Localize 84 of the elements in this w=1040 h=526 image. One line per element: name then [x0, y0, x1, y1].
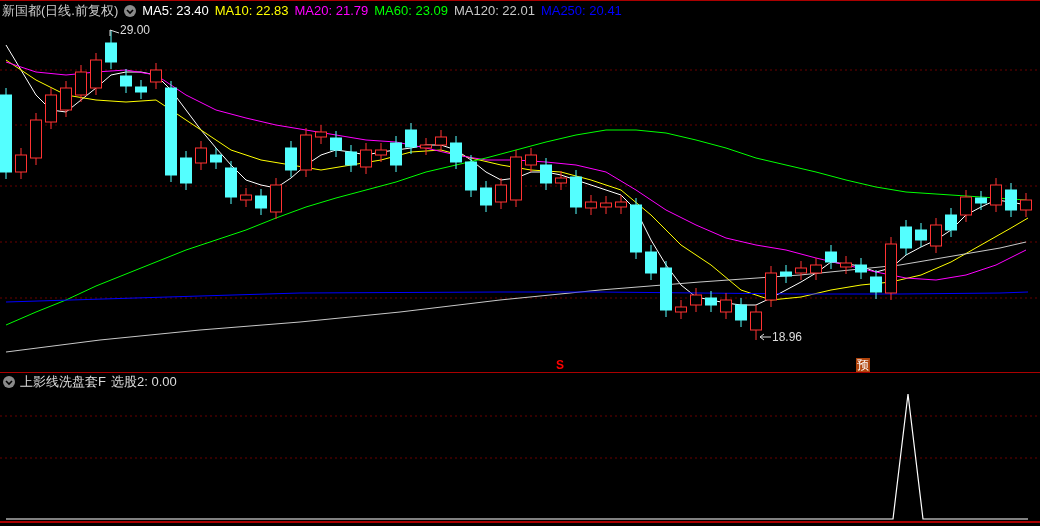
candlestick: [390, 135, 402, 173]
candlestick: [840, 255, 852, 275]
candlestick: [105, 29, 117, 70]
candlestick: [570, 169, 582, 215]
indicator-name: 上影线洗盘套F: [20, 373, 106, 391]
candlestick: [600, 195, 612, 215]
candlestick: [585, 194, 597, 216]
candlestick: [75, 64, 87, 103]
candlestick: [795, 260, 807, 281]
candlestick: [120, 68, 132, 94]
candlestick: [135, 79, 147, 100]
candlestick: [555, 170, 567, 191]
chart-title: 新国都(日线.前复权): [2, 1, 119, 20]
moving-average-value: MA10: 22.83: [214, 3, 289, 18]
candlestick: [225, 160, 237, 205]
candlestick: [345, 144, 357, 173]
candlestick: [1020, 192, 1032, 218]
candlestick: [645, 244, 657, 281]
chevron-down-icon[interactable]: [3, 376, 15, 388]
candlestick: [480, 180, 492, 213]
candlestick: [375, 142, 387, 163]
candlestick: [465, 154, 477, 198]
candlestick: [810, 257, 822, 281]
candlestick: [330, 130, 342, 158]
candlestick: [900, 219, 912, 256]
candlestick: [960, 189, 972, 223]
candlestick: [780, 264, 792, 284]
candlestick: [990, 177, 1002, 213]
candlestick: [540, 157, 552, 191]
candlestick: [315, 124, 327, 145]
candlestick: [885, 236, 897, 301]
candlestick: [90, 52, 102, 96]
candlestick: [420, 137, 432, 156]
candlestick: [675, 299, 687, 320]
moving-average-value: MA120: 22.01: [453, 3, 535, 18]
candlestick: [255, 188, 267, 216]
candlestick: [630, 197, 642, 260]
candlestick: [30, 112, 42, 166]
indicator-value: 选股2: 0.00: [110, 373, 177, 391]
candlestick: [150, 62, 162, 90]
candlestick: [765, 265, 777, 308]
candlestick: [15, 147, 27, 180]
candlestick: [240, 187, 252, 208]
candlestick: [435, 129, 447, 153]
candlestick: [1005, 182, 1017, 218]
candlestick: [870, 269, 882, 300]
candlestick: [525, 147, 537, 173]
candlestick: [495, 177, 507, 210]
sell-signal-marker: S: [556, 358, 564, 372]
candlestick: [855, 257, 867, 280]
moving-average-value: MA60: 23.09: [374, 3, 448, 18]
candlestick: [210, 147, 222, 170]
candlestick: [915, 222, 927, 248]
moving-average-value: MA250: 20.41: [540, 3, 622, 18]
forecast-marker: 预: [856, 358, 870, 372]
moving-average-value: MA20: 21.79: [294, 3, 369, 18]
moving-average-value: MA5: 23.40: [142, 3, 209, 18]
candlestick: [750, 304, 762, 341]
candlestick: [945, 207, 957, 238]
chevron-down-icon[interactable]: [124, 4, 137, 17]
candlestick: [300, 127, 312, 178]
candlestick: [720, 292, 732, 320]
candlestick: [270, 177, 282, 220]
candlestick: [615, 194, 627, 215]
leader-line: [109, 29, 120, 37]
price-label: 29.00: [120, 23, 151, 37]
leader-line: [759, 333, 772, 341]
candlestick: [195, 140, 207, 171]
candlestick: [510, 149, 522, 208]
candlestick: [660, 260, 672, 318]
candlestick: [60, 80, 72, 118]
candlestick: [975, 190, 987, 211]
candlestick: [45, 87, 57, 130]
candlestick: [705, 290, 717, 313]
price-label: 18.96: [772, 330, 803, 344]
candlestick: [360, 142, 372, 175]
candlestick: [180, 150, 192, 191]
candlestick: [930, 217, 942, 254]
candlestick: [405, 122, 417, 155]
candlestick: [825, 244, 837, 270]
candlestick: [285, 140, 297, 178]
candlestick: [450, 135, 462, 170]
candlestick: [735, 297, 747, 328]
candlestick: [690, 287, 702, 313]
